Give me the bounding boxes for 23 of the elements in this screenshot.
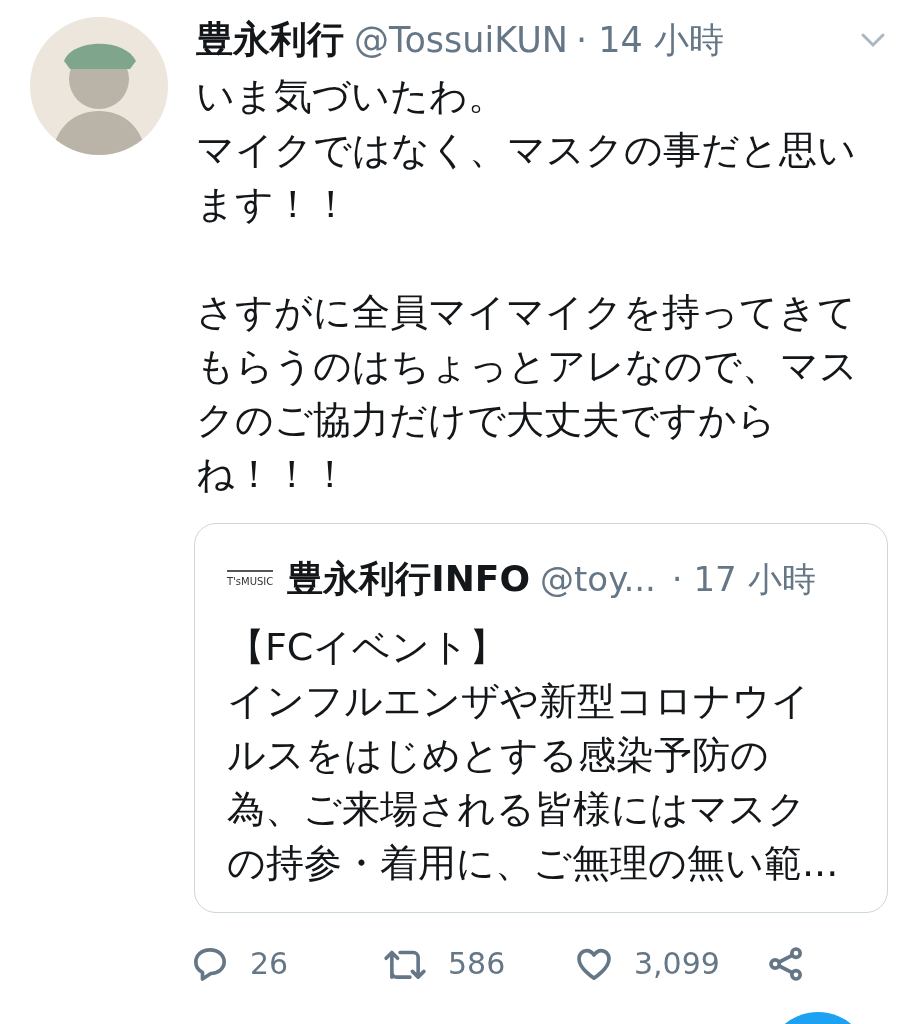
- quoted-author-name: 豊永利行INFO: [287, 557, 530, 601]
- quoted-author-handle: @toy...: [540, 557, 656, 601]
- tweet-text-line: いま気づいたわ。: [196, 73, 506, 120]
- tweet-text-line: ね！！！: [196, 451, 349, 498]
- tweet-text-line: ます！！: [196, 181, 350, 228]
- action-count: 26: [250, 945, 289, 983]
- tweet-text-line: マイクではなく、マスクの事だと思い: [196, 127, 856, 174]
- tweet-time: · 14 小時: [576, 18, 724, 62]
- action-count: 3,099: [634, 945, 720, 983]
- quoted-tweet-card[interactable]: T'sMUSIC 豊永利行INFO @toy... · 17 小時 【FCイベント】 インフルエンザや新型コロナウイ ルスをはじめとする感染予防の 為、ご来場される皆様にはマスク の持参・着用に、ご無理の無い範...: [194, 523, 888, 913]
- tweet-text-line: さすがに全員マイマイクを持ってきて: [196, 289, 856, 336]
- quoted-tweet-time: · 17 小時: [671, 557, 816, 601]
- quoted-tweet-text-line: 【FCイベント】: [227, 624, 508, 671]
- tweet-text-line: クのご協力だけで大丈夫ですから: [196, 397, 776, 444]
- action-count: 586: [448, 945, 506, 983]
- tweet-text-line: もらうのはちょっとアレなので、マス: [196, 343, 858, 390]
- author-name[interactable]: 豊永利行: [196, 12, 344, 68]
- author-handle: @TossuiKUN: [354, 18, 569, 62]
- quoted-tweet-text-line: インフルエンザや新型コロナウイ: [227, 678, 810, 725]
- quoted-tweet-text-line: ルスをはじめとする感染予防の: [227, 732, 769, 779]
- quoted-tweet-text-line: の持参・着用に、ご無理の無い範...: [227, 840, 839, 887]
- music-logo: T'sMUSIC: [227, 569, 274, 589]
- quoted-tweet-text-line: 為、ご来場される皆様にはマスク: [227, 786, 806, 833]
